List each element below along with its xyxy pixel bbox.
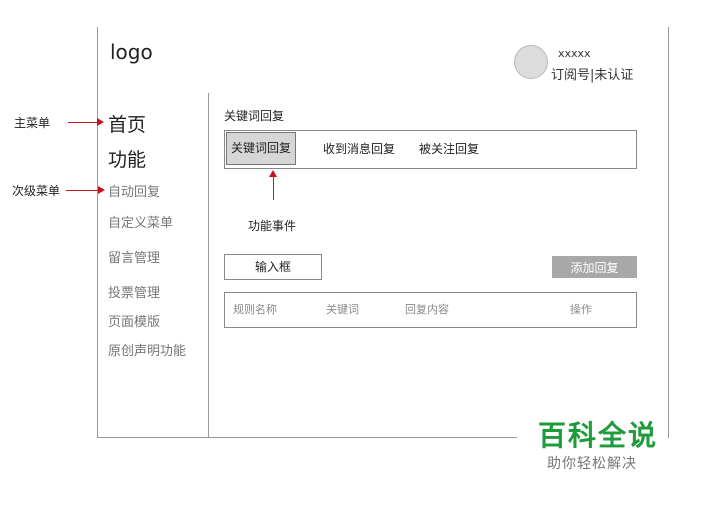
sub-menu-arrow-line — [66, 190, 99, 191]
sidebar-item-original-claim[interactable]: 原创声明功能 — [108, 340, 186, 359]
section-title: 关键词回复 — [224, 109, 285, 123]
function-event-arrow-line — [273, 174, 274, 200]
tab-keyword-reply[interactable]: 关键词回复 — [226, 132, 297, 165]
reply-tabs: 关键词回复 收到消息回复 被关注回复 — [224, 130, 637, 169]
sidebar-item-home[interactable]: 首页 — [108, 110, 146, 137]
sidebar-item-vote-mgmt[interactable]: 投票管理 — [108, 282, 160, 301]
sidebar-item-function[interactable]: 功能 — [108, 145, 146, 172]
main-menu-arrow-line — [68, 122, 98, 123]
tab-message-reply[interactable]: 收到消息回复 — [323, 131, 395, 168]
sidebar-item-message-mgmt[interactable]: 留言管理 — [108, 247, 160, 266]
sub-menu-arrow-head — [98, 186, 105, 194]
rules-table-header: 规则名称 关键词 回复内容 操作 — [224, 292, 637, 328]
sidebar-item-auto-reply[interactable]: 自动回复 — [108, 181, 160, 200]
sidebar-divider — [208, 93, 209, 438]
account-status: 订阅号|未认证 — [551, 68, 634, 83]
sub-menu-annotation: 次级菜单 — [12, 184, 61, 198]
logo[interactable]: logo — [110, 40, 153, 64]
col-actions: 操作 — [570, 303, 592, 316]
frame-bottom-line — [97, 437, 517, 438]
add-reply-button[interactable]: 添加回复 — [552, 256, 637, 278]
col-rule-name: 规则名称 — [233, 303, 277, 316]
main-menu-arrow-head — [97, 118, 104, 126]
col-keyword: 关键词 — [326, 303, 359, 316]
function-event-annotation: 功能事件 — [248, 219, 297, 233]
avatar[interactable] — [514, 45, 548, 79]
app-frame — [97, 27, 669, 438]
sidebar-item-custom-menu[interactable]: 自定义菜单 — [108, 212, 173, 231]
watermark-title: 百科全说 — [538, 419, 659, 452]
main-menu-annotation: 主菜单 — [14, 116, 51, 130]
tab-follow-reply[interactable]: 被关注回复 — [419, 131, 479, 168]
col-reply-content: 回复内容 — [405, 303, 449, 316]
sidebar-item-page-template[interactable]: 页面模版 — [108, 311, 160, 330]
watermark-subtitle: 助你轻松解决 — [547, 456, 637, 472]
account-name: xxxxx — [558, 47, 591, 60]
input-box[interactable]: 输入框 — [224, 254, 322, 280]
